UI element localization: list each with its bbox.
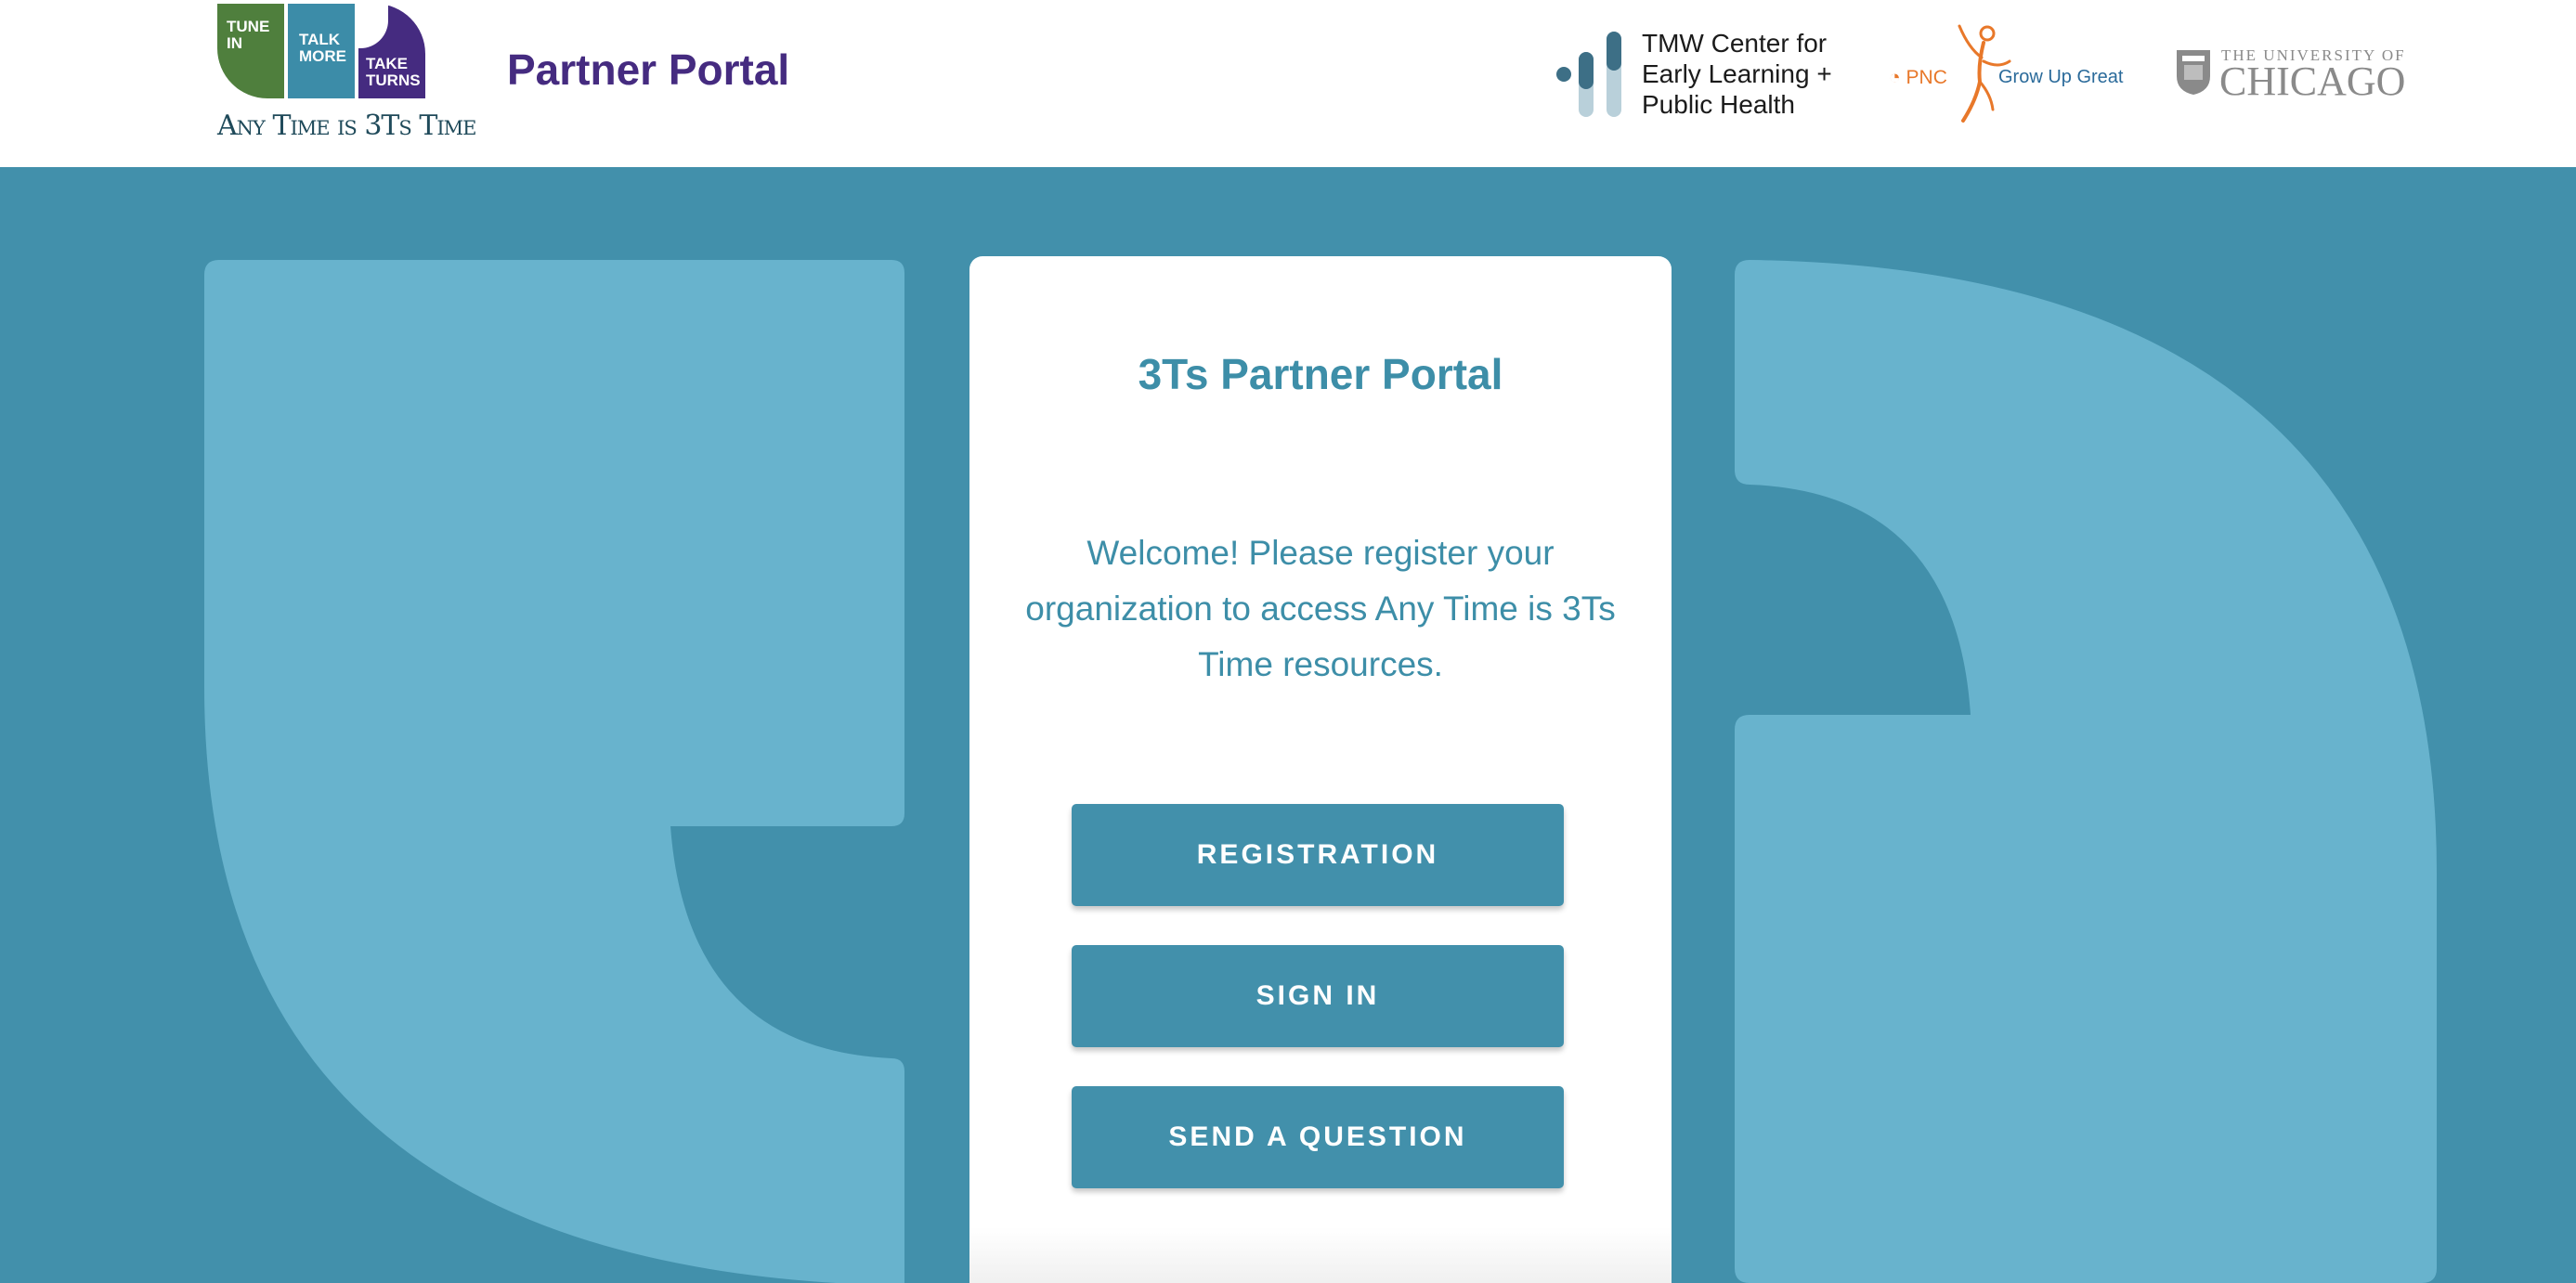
page-title: Partner Portal <box>507 45 790 94</box>
left-quote-shape <box>204 260 904 1283</box>
logo-tile-take-turns-label: TAKE TURNS <box>366 55 421 89</box>
card-bottom-fade <box>969 1227 1672 1283</box>
portal-card: 3Ts Partner Portal Welcome! Please regis… <box>969 256 1672 1283</box>
logo-tile-tune-in: TUNE IN <box>217 4 284 98</box>
grow-up-great-text: Grow Up Great <box>1998 67 2124 87</box>
three-ts-logo[interactable]: TUNE IN TALK MORE TAKE TURNS Any Time is… <box>217 4 477 152</box>
card-title: 3Ts Partner Portal <box>1138 350 1503 398</box>
send-question-button[interactable]: SEND A QUESTION <box>1072 1086 1564 1188</box>
tmw-center-name: TMW Center for Early Learning + Public H… <box>1642 29 1832 119</box>
logo-tagline: Any Time is 3Ts Time <box>217 110 477 142</box>
uchicago-line-2: CHICAGO <box>2219 58 2406 104</box>
pnc-mark: ◔ PNC <box>1889 67 1947 88</box>
pnc-grow-up-great-logo[interactable]: ◔ PNC Grow Up Great <box>1889 20 2123 124</box>
tmw-center-logo[interactable]: TMW Center for Early Learning + Public H… <box>1556 28 1835 121</box>
university-of-chicago-logo[interactable]: THE UNIVERSITY OF CHICAGO <box>2175 43 2407 104</box>
registration-button[interactable]: REGISTRATION <box>1072 804 1564 906</box>
logo-tile-take-turns: TAKE TURNS <box>358 4 425 98</box>
logo-notch-shape <box>358 4 388 48</box>
uchicago-shield-icon <box>2177 50 2210 95</box>
site-header: TUNE IN TALK MORE TAKE TURNS Any Time is… <box>0 0 2576 167</box>
welcome-message: Welcome! Please register your organizati… <box>1025 534 1616 683</box>
pnc-mark-text: PNC <box>1906 67 1947 88</box>
right-quote-shape <box>1735 260 2437 1283</box>
sign-in-button[interactable]: SIGN IN <box>1072 945 1564 1047</box>
tmw-bars-icon <box>1556 32 1621 117</box>
logo-tile-talk-more: TALK MORE <box>288 4 355 98</box>
